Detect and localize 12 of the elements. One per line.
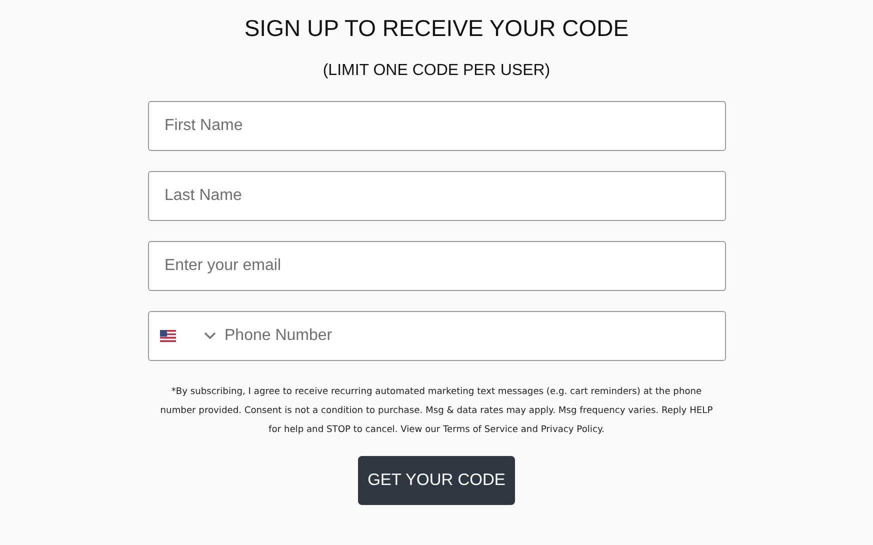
form-subtitle: (LIMIT ONE CODE PER USER) [322,61,550,81]
consent-text: *By subscribing, I agree to receive recurring automated marketing text messages (e.g. cart reminders) at the phone number provided. Consent is not a condition to purchase. Msg & data rates may apply. Msg frequency varies. Reply HELP for help and STOP to cancel. View our Terms of Service and Privacy Policy. [159,386,714,437]
country-select[interactable] [160,330,216,342]
input-field[interactable]: First Name [148,101,726,151]
input-field[interactable]: Last Name [148,171,726,221]
chevron-down-icon[interactable] [204,332,216,340]
flag-icon[interactable] [160,330,176,342]
get-code-button[interactable]: GET YOUR CODE [358,456,516,505]
phone-field[interactable]: Phone Number [148,311,726,361]
phone-number-input[interactable]: Phone Number [224,321,724,351]
input-field[interactable]: Enter your email [148,241,726,291]
form-title: SIGN UP TO RECEIVE YOUR CODE [244,14,629,43]
